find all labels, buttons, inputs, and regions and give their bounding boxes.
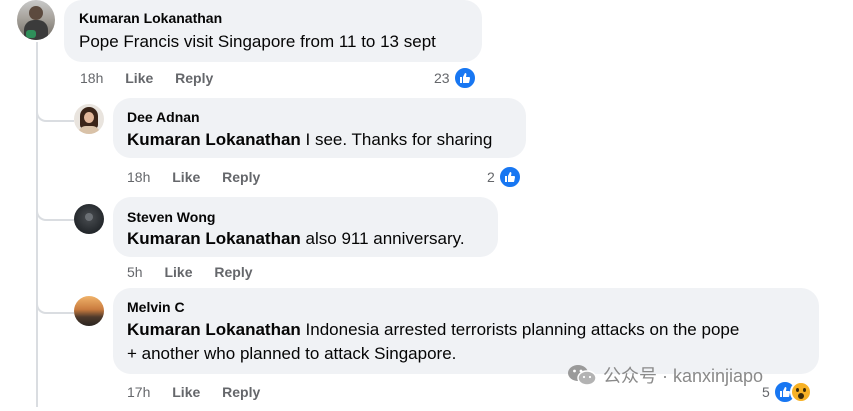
reply-actions: 18h Like Reply — [127, 169, 278, 185]
avatar[interactable] — [74, 104, 104, 134]
thread-line-main — [36, 42, 38, 407]
reply-timestamp[interactable]: 17h — [127, 384, 150, 400]
reaction-count: 2 — [487, 169, 495, 185]
watermark: 公众号 · kanxinjiapo — [567, 362, 763, 388]
reply-text: Kumaran Lokanathan I see. Thanks for sha… — [127, 128, 492, 152]
mention-link[interactable]: Kumaran Lokanathan — [127, 130, 301, 149]
watermark-text: 公众号 · kanxinjiapo — [603, 366, 764, 386]
wow-icon — [789, 381, 812, 403]
avatar-figure — [85, 213, 93, 221]
reply-actions: 17h Like Reply — [127, 384, 278, 400]
reply-text-content: also 911 anniversary. — [300, 229, 465, 248]
thread-connector-2 — [36, 205, 74, 221]
like-button[interactable]: Like — [172, 384, 200, 400]
reply-timestamp[interactable]: 18h — [127, 169, 150, 185]
reply-author[interactable]: Melvin C — [127, 299, 185, 315]
reply-timestamp[interactable]: 5h — [127, 264, 143, 280]
reaction-summary[interactable]: 23 — [434, 66, 477, 90]
like-button[interactable]: Like — [172, 169, 200, 185]
reaction-count: 23 — [434, 70, 450, 86]
comment-timestamp[interactable]: 18h — [80, 70, 103, 86]
like-button[interactable]: Like — [125, 70, 153, 86]
avatar-figure-accent — [26, 30, 36, 38]
reply-author[interactable]: Steven Wong — [127, 209, 215, 225]
comment-text: Pope Francis visit Singapore from 11 to … — [79, 32, 436, 51]
comment-actions: 18h Like Reply — [80, 70, 231, 86]
thread-connector-3 — [36, 298, 74, 314]
thread-connector-1 — [36, 106, 74, 122]
avatar[interactable] — [74, 204, 104, 234]
reply-actions: 5h Like Reply — [127, 264, 271, 280]
reply-button[interactable]: Reply — [175, 70, 213, 86]
avatar-shoulders — [78, 126, 100, 134]
reaction-summary[interactable]: 5 — [762, 380, 812, 404]
reply-text: Kumaran Lokanathan Indonesia arrested te… — [127, 318, 739, 342]
avatar[interactable] — [74, 296, 104, 326]
reply-text-line-2: + another who planned to attack Singapor… — [127, 344, 457, 363]
reply-text-content: Indonesia arrested terrorists planning a… — [300, 320, 740, 339]
mention-link[interactable]: Kumaran Lokanathan — [127, 229, 301, 248]
reply-text-content: I see. Thanks for sharing — [300, 130, 493, 149]
reply-button[interactable]: Reply — [214, 264, 252, 280]
comment-author[interactable]: Kumaran Lokanathan — [79, 10, 222, 26]
reply-author[interactable]: Dee Adnan — [127, 109, 200, 125]
reaction-count: 5 — [762, 384, 770, 400]
like-button[interactable]: Like — [164, 264, 192, 280]
avatar[interactable] — [17, 0, 55, 40]
avatar-figure — [29, 6, 43, 20]
mention-link[interactable]: Kumaran Lokanathan — [127, 320, 301, 339]
avatar-face — [84, 112, 94, 123]
like-icon — [452, 66, 477, 90]
wechat-icon — [568, 365, 597, 386]
reply-text: Kumaran Lokanathan also 911 anniversary. — [127, 227, 465, 251]
reply-button[interactable]: Reply — [222, 169, 260, 185]
reaction-summary[interactable]: 2 — [487, 165, 522, 189]
like-icon — [497, 165, 522, 189]
reply-button[interactable]: Reply — [222, 384, 260, 400]
